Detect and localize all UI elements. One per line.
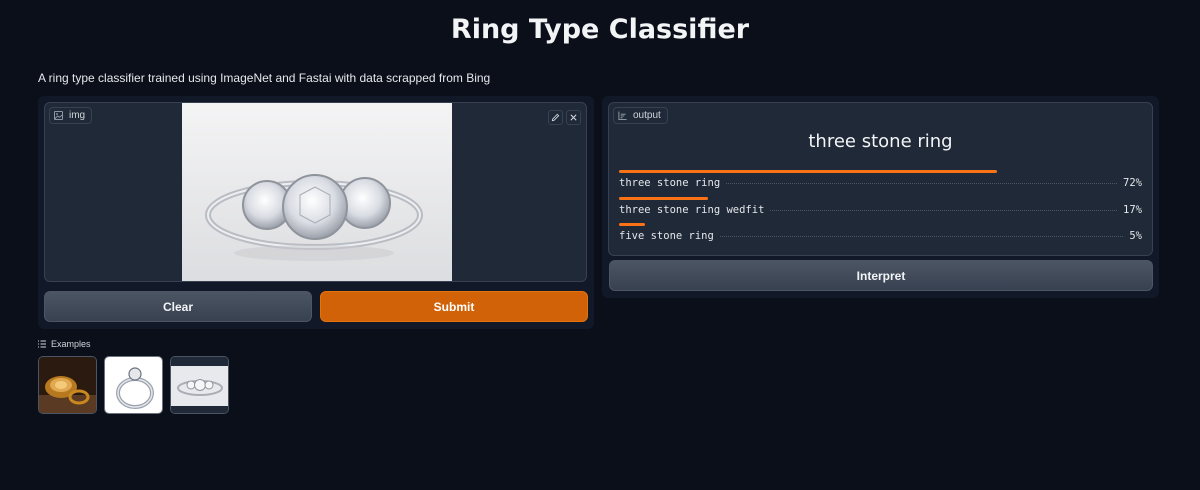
edit-icon xyxy=(551,113,560,122)
examples-header: Examples xyxy=(38,339,91,349)
list-icon xyxy=(38,340,46,348)
confidence-row: three stone ring 72% xyxy=(619,170,1142,198)
confidence-bar xyxy=(619,197,709,200)
example-thumbnail[interactable] xyxy=(170,356,229,414)
uploaded-ring-image xyxy=(182,103,452,281)
confidence-percent: 5% xyxy=(1129,230,1142,242)
submit-button[interactable]: Submit xyxy=(320,291,588,322)
output-label: output xyxy=(633,110,661,121)
three-stone-ring-thumbnail xyxy=(171,357,228,413)
clear-button[interactable]: Clear xyxy=(44,291,312,322)
confidence-percent: 17% xyxy=(1123,204,1142,216)
predicted-label: three stone ring xyxy=(808,131,953,152)
interpret-button[interactable]: Interpret xyxy=(609,260,1153,291)
output-label-chip: output xyxy=(613,107,668,124)
input-label: img xyxy=(69,110,86,121)
edit-button[interactable] xyxy=(548,110,563,125)
gold-ring-thumbnail xyxy=(39,357,96,413)
confidence-bar xyxy=(619,170,997,173)
confidence-bar xyxy=(619,223,646,226)
examples-label: Examples xyxy=(51,339,91,349)
solitaire-ring-thumbnail xyxy=(105,357,162,413)
confidence-label: three stone ring xyxy=(619,177,721,189)
example-thumbnail[interactable] xyxy=(38,356,97,414)
output-box: output three stone ring three stone ring… xyxy=(608,102,1153,256)
confidence-label: three stone ring wedfit xyxy=(619,204,765,216)
example-thumbnail[interactable] xyxy=(104,356,163,414)
page-description: A ring type classifier trained using Ima… xyxy=(38,71,491,85)
bar-chart-icon xyxy=(618,111,627,120)
output-panel: output three stone ring three stone ring… xyxy=(602,96,1159,298)
confidence-label: five stone ring xyxy=(619,230,714,242)
image-input[interactable]: img xyxy=(44,102,587,282)
confidence-row: three stone ring wedfit 17% xyxy=(619,197,1142,225)
confidence-percent: 72% xyxy=(1123,177,1142,189)
input-panel: img Clear Submit xyxy=(38,96,594,329)
close-button[interactable] xyxy=(566,110,581,125)
confidence-row: five stone ring 5% xyxy=(619,223,1142,251)
image-icon xyxy=(54,111,63,120)
close-icon xyxy=(570,114,577,121)
input-label-chip: img xyxy=(49,107,93,124)
page-title: Ring Type Classifier xyxy=(450,14,750,45)
